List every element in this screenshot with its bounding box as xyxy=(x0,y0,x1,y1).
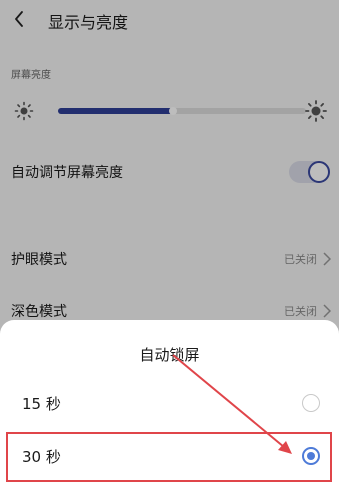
arrow-annotation-icon xyxy=(172,354,292,454)
